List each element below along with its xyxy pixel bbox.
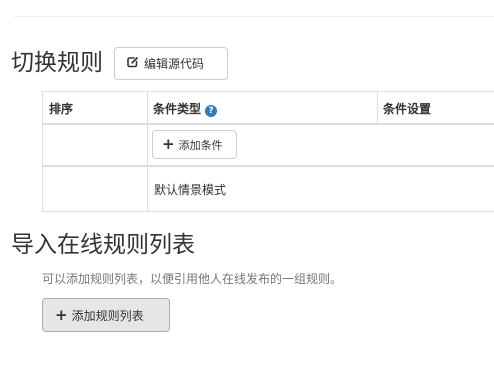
table-col-divider xyxy=(147,91,148,212)
table-border-bottom xyxy=(43,211,494,212)
import-rules-title: 导入在线规则列表 xyxy=(11,232,195,258)
table-header-divider xyxy=(43,123,494,125)
top-divider xyxy=(14,16,494,17)
edit-icon xyxy=(127,56,139,71)
header-condition-settings: 条件设置 xyxy=(383,102,432,116)
rules-table: 排序 条件类型? 条件设置 默认情景模式 xyxy=(42,91,494,212)
header-order: 排序 xyxy=(49,102,74,116)
add-condition-button[interactable]: + 添加条件 xyxy=(152,130,237,159)
table-row-divider xyxy=(43,165,494,167)
plus-icon: + xyxy=(162,135,175,153)
add-rule-list-button[interactable]: + 添加规则列表 xyxy=(42,298,170,332)
plus-icon: + xyxy=(55,305,68,324)
import-rules-description: 可以添加规则列表，以便引用他人在线发布的一组规则。 xyxy=(42,272,343,286)
header-condition-type: 条件类型? xyxy=(153,100,218,117)
header-condition-type-label: 条件类型 xyxy=(153,102,202,116)
add-condition-label: 添加条件 xyxy=(178,138,223,152)
edit-source-label: 编辑源代码 xyxy=(144,57,205,71)
options-page: 切换规则 编辑源代码 排序 条件类型? 条件设置 默认情景模式 + 添加条件 导… xyxy=(0,0,494,385)
question-circle-icon[interactable]: ? xyxy=(205,105,218,117)
default-profile-label: 默认情景模式 xyxy=(154,183,227,197)
table-col-divider xyxy=(377,91,378,124)
table-border-top xyxy=(43,91,494,92)
edit-source-button[interactable]: 编辑源代码 xyxy=(114,47,228,80)
add-rule-list-label: 添加规则列表 xyxy=(71,308,144,323)
switch-rules-title: 切换规则 xyxy=(11,50,103,76)
